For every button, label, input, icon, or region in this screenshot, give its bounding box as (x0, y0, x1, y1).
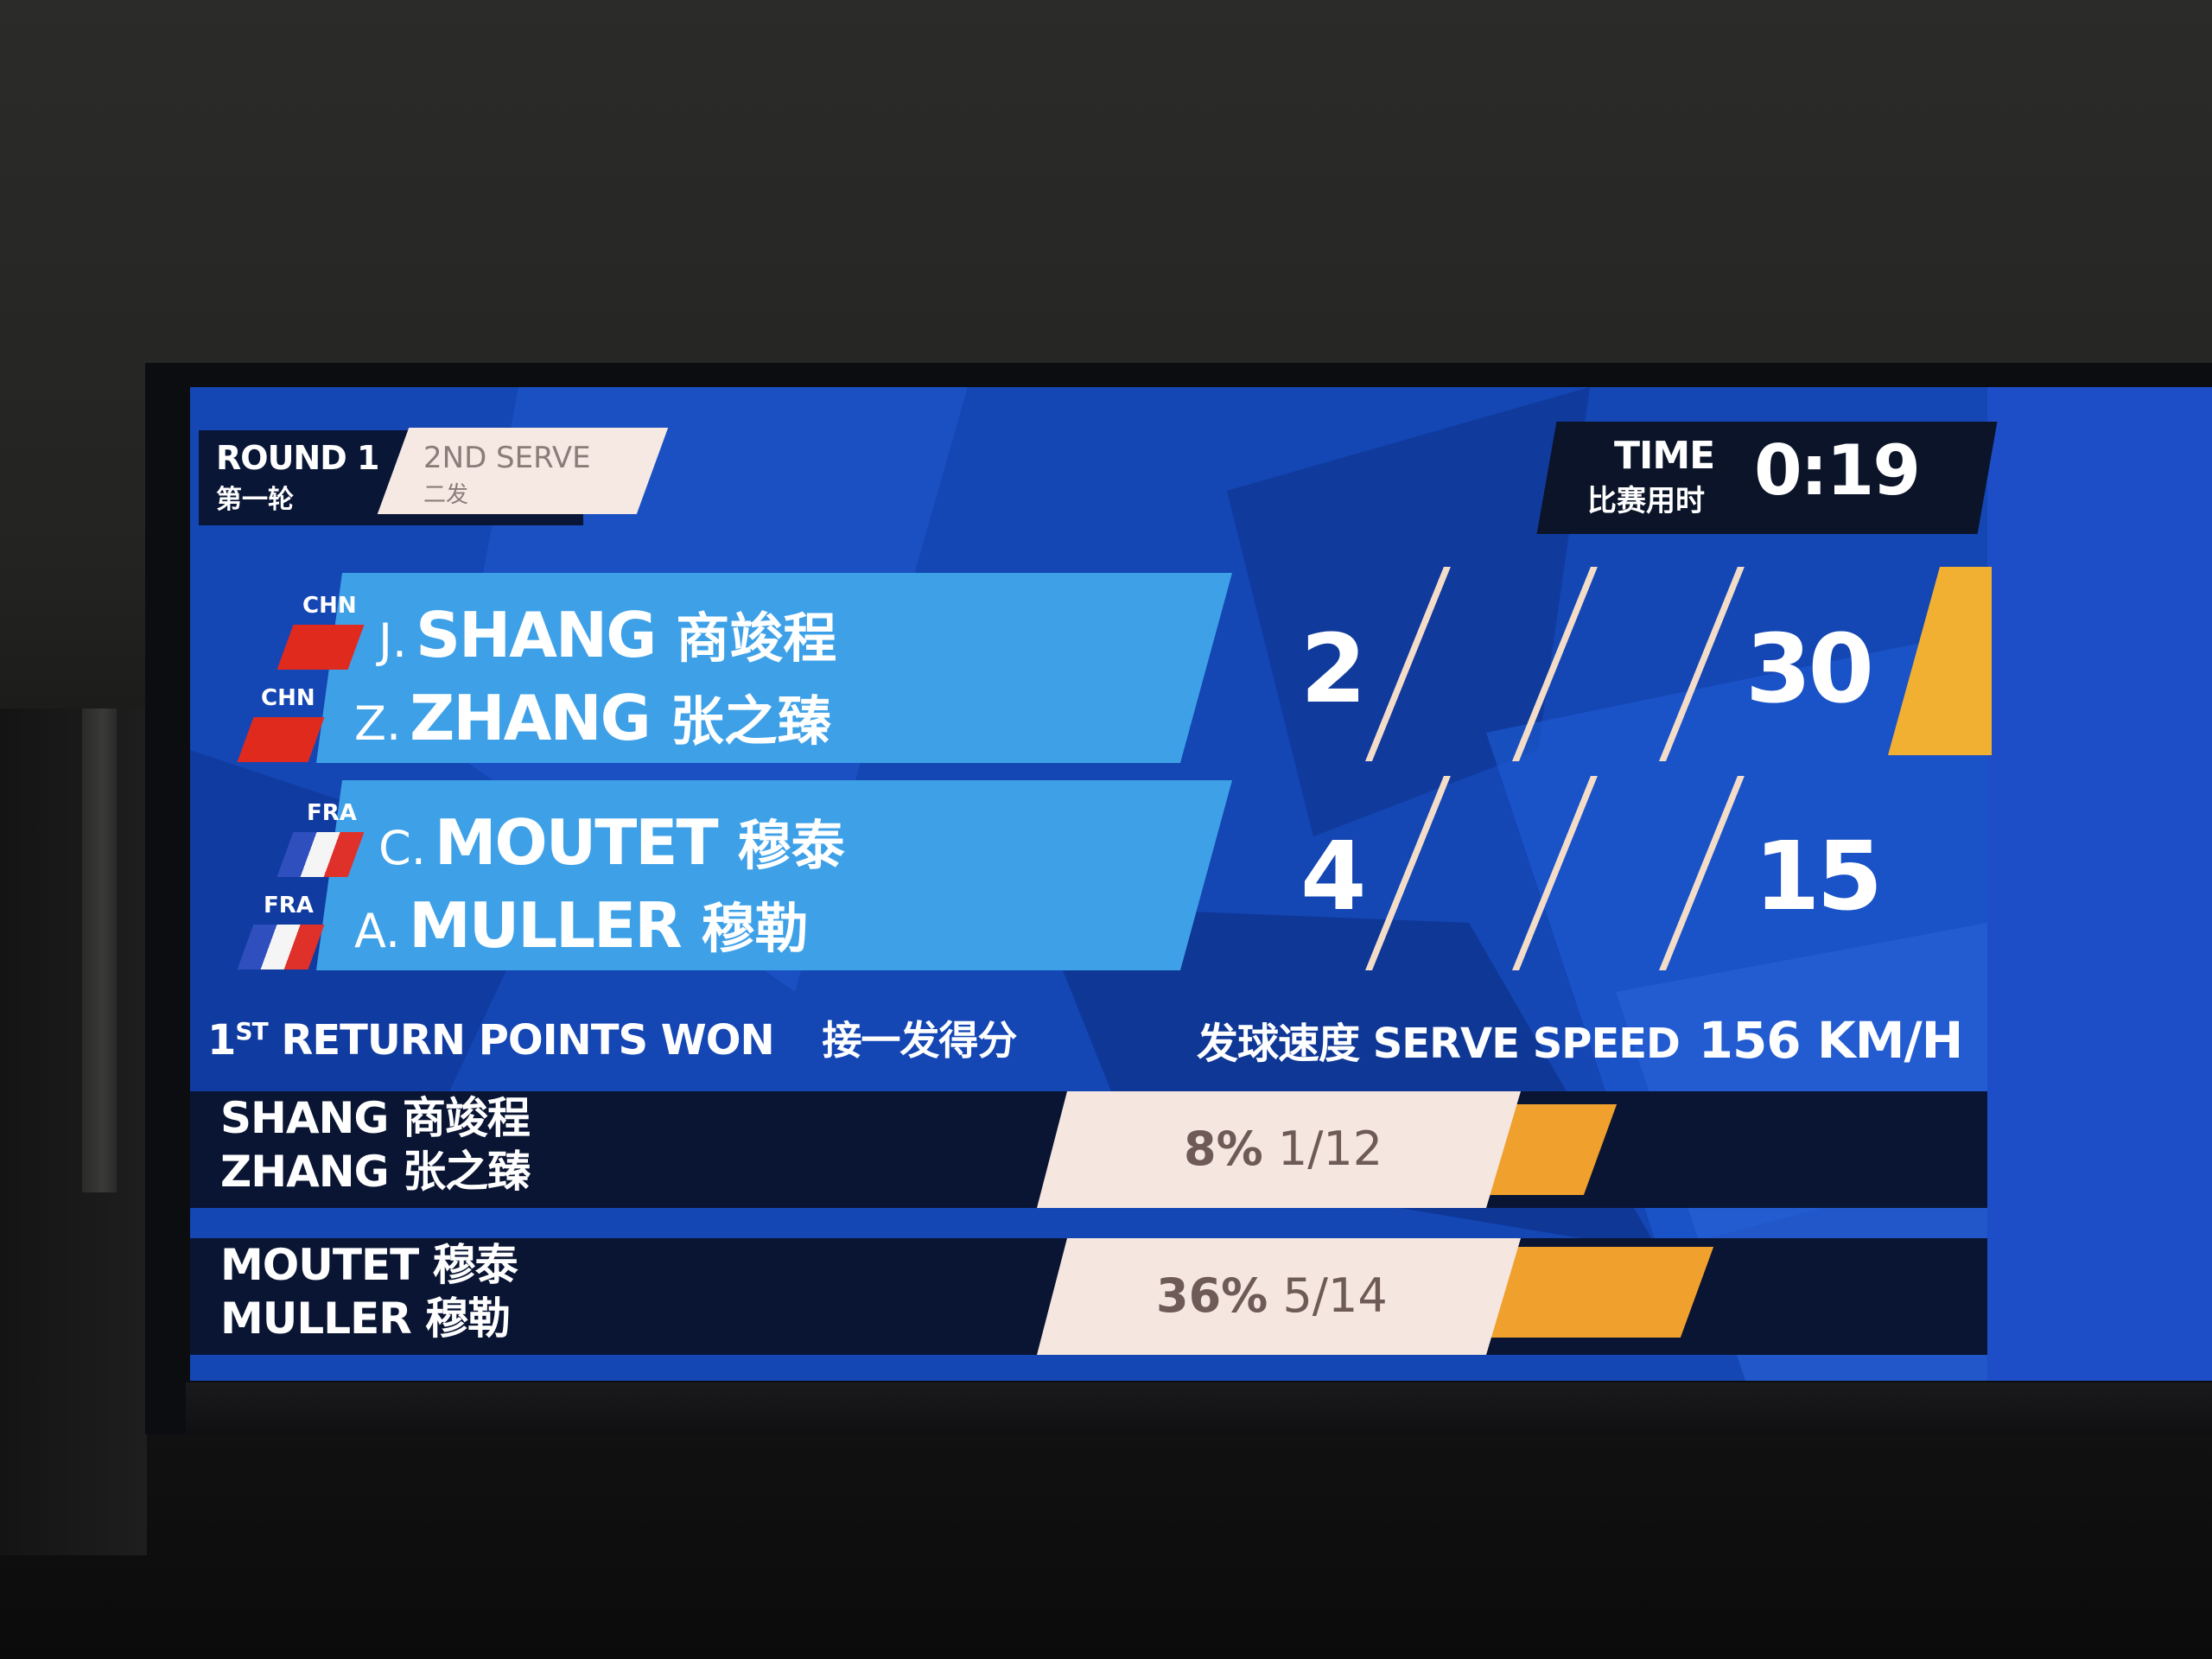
stat-title-sup: ST (235, 1017, 268, 1046)
player-row: C. MOUTET 穆泰 (378, 802, 845, 880)
player-initial: A. (354, 904, 401, 958)
background-left-panel (0, 709, 147, 1555)
stat-team-line: SHANG 商竣程 (220, 1093, 531, 1143)
stat-team-names: MOUTET 穆泰 MULLER 穆勒 (220, 1238, 518, 1345)
player-row: J. SHANG 商竣程 (378, 594, 836, 672)
player-name: MULLER (409, 889, 682, 962)
stat-ratio: 1/12 (1277, 1122, 1383, 1176)
scoreboard-screen: ROUND 1 第一轮 2ND SERVE 二发 TIME 比赛用时 0:19 … (190, 387, 2212, 1381)
player-initial: C. (378, 821, 426, 875)
player-row: A. MULLER 穆勒 (354, 885, 809, 963)
serve-speed-value: 156 KM/H (1698, 1011, 1964, 1070)
player-row: Z. ZHANG 张之臻 (354, 677, 831, 755)
player-name: SHANG (416, 599, 657, 671)
player-name-cn: 张之臻 (670, 690, 831, 753)
games-score: 2 (1300, 613, 1367, 724)
player-name: MOUTET (434, 806, 719, 879)
stat-title-prefix: 1 (207, 1016, 236, 1065)
point-score: 30 (1745, 613, 1874, 724)
country-code: CHN (302, 593, 357, 619)
time-label: TIME (1614, 434, 1715, 478)
games-score: 4 (1300, 821, 1367, 931)
background-floor (0, 1400, 2212, 1659)
stat-value: 8% 1/12 (1184, 1122, 1382, 1176)
player-initial: Z. (354, 696, 402, 751)
serve-indicator-label-cn: 二发 (423, 482, 469, 508)
player-name-cn: 穆勒 (701, 897, 809, 960)
stat-title: 1ST RETURN POINTS WON 接一发得分 (207, 1009, 1017, 1066)
serve-speed-label-cn: 发球速度 (1197, 1020, 1360, 1068)
player-name-cn: 穆泰 (737, 814, 845, 877)
serve-speed-label: SERVE SPEED (1372, 1020, 1681, 1068)
player-name: ZHANG (410, 682, 652, 754)
match-time: 0:19 (1754, 430, 1921, 511)
stat-team-names: SHANG 商竣程 ZHANG 张之臻 (220, 1091, 531, 1198)
serve-speed: 发球速度 SERVE SPEED 156 KM/H (1197, 1009, 1964, 1070)
stat-ratio: 5/14 (1282, 1268, 1388, 1323)
right-side-panel (1987, 387, 2212, 1381)
stat-team-line: ZHANG 张之臻 (220, 1147, 531, 1197)
time-label-cn: 比赛用时 (1587, 484, 1705, 518)
stat-team-line: MOUTET 穆泰 (220, 1240, 518, 1290)
screen-bezel-bottom (186, 1382, 2212, 1434)
country-code: FRA (264, 893, 314, 918)
stat-title-cn: 接一发得分 (822, 1017, 1017, 1064)
background-left-edge (82, 709, 117, 1192)
player-name-cn: 商竣程 (676, 607, 837, 670)
stat-title-text: RETURN POINTS WON (281, 1016, 774, 1065)
stat-value: 36% 5/14 (1156, 1268, 1388, 1323)
country-code: CHN (261, 685, 315, 711)
stat-percent: 36% (1156, 1268, 1268, 1323)
stat-percent: 8% (1184, 1122, 1263, 1176)
round-label-cn: 第一轮 (216, 485, 294, 515)
country-code: FRA (307, 800, 357, 826)
serve-indicator-label: 2ND SERVE (423, 441, 591, 475)
round-label: ROUND 1 (216, 439, 379, 477)
point-score: 15 (1754, 821, 1883, 931)
player-initial: J. (378, 613, 408, 668)
stat-team-line: MULLER 穆勒 (220, 1294, 511, 1344)
